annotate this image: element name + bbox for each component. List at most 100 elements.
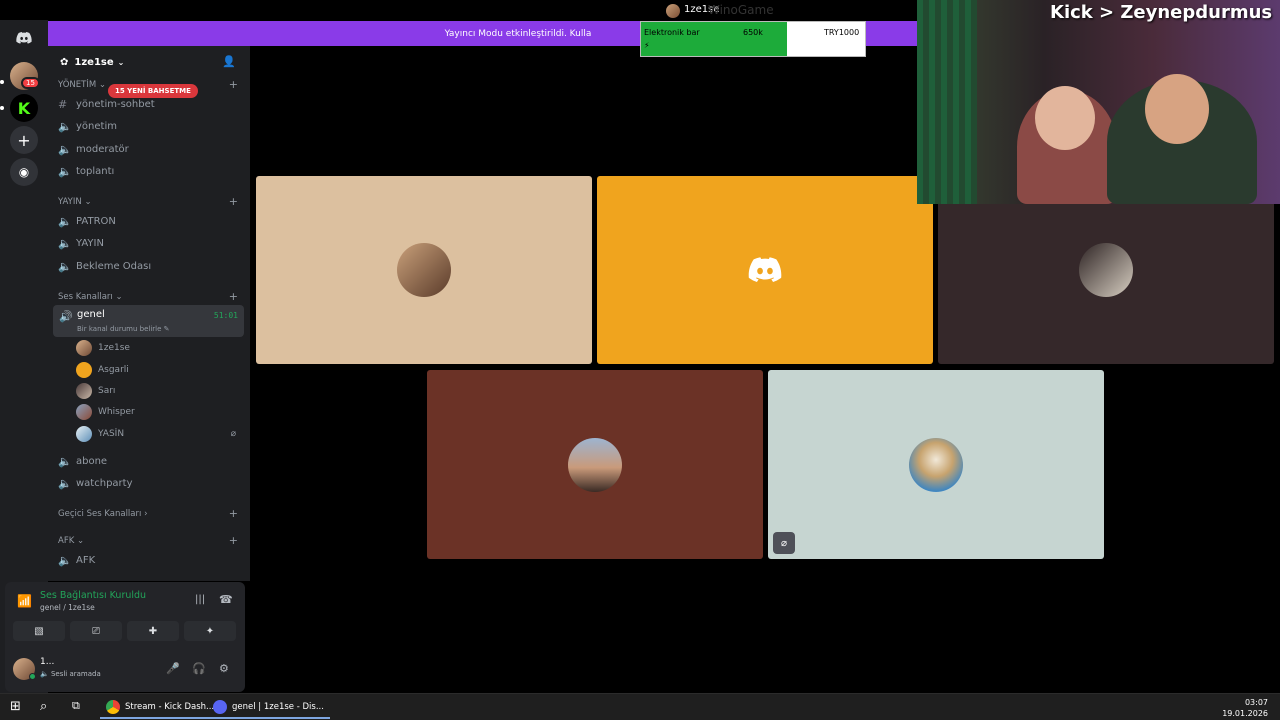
explore-servers-button[interactable]: ◉	[10, 158, 38, 186]
soundboard-icon: ✦	[205, 625, 215, 637]
speaker-icon: 🔈	[58, 142, 72, 156]
voice-user-whisper[interactable]: Whisper	[76, 403, 242, 421]
banner-text: Yayıncı Modu etkinleştirildi. Kulla	[444, 28, 592, 39]
streamer-right	[1107, 74, 1257, 204]
participant-tile-sari[interactable]	[938, 176, 1274, 364]
voice-user-asgarli[interactable]: Asgarli	[76, 361, 242, 379]
background-lights	[917, 0, 977, 204]
channel-abone[interactable]: 🔈 abone	[58, 451, 244, 471]
windows-start-icon[interactable]: ⊞	[10, 699, 21, 714]
webcam-caption: Kick > Zeynepdurmus	[1050, 2, 1273, 23]
discord-home-button[interactable]	[10, 24, 38, 52]
participant-tile-1ze1se[interactable]	[256, 176, 592, 364]
noise-suppression-icon[interactable]: |||	[195, 594, 205, 605]
speaker-icon: 🔈	[58, 553, 72, 567]
discord-icon	[213, 699, 227, 714]
windows-taskbar: ⊞ ⌕ ⧉ Stream - Kick Dash... genel | 1ze1…	[0, 693, 1280, 720]
camera-off-icon: ▧	[34, 625, 44, 637]
new-mentions-badge[interactable]: 15 YENİ BAHSETME	[108, 84, 198, 98]
server-name: 1ze1se	[74, 56, 114, 68]
settings-gear-icon[interactable]: ⚙	[219, 662, 229, 675]
user-name[interactable]: 1...	[40, 657, 54, 667]
activities-icon: ✚	[148, 625, 158, 637]
server-indicator-kick	[0, 106, 4, 110]
channel-bekleme-odasi[interactable]: 🔈 Bekleme Odası	[58, 256, 244, 276]
participant-tile-whisper[interactable]	[427, 370, 763, 559]
create-channel-plus-icon[interactable]: +	[229, 195, 238, 208]
category-afk[interactable]: AFK ⌄	[58, 536, 84, 546]
disconnect-icon[interactable]: ☎	[219, 593, 233, 606]
taskbar-app-chrome[interactable]: Stream - Kick Dash...	[100, 696, 221, 719]
donation-goal-overlay: Elektronik bar 650k ⚡ TRY1000	[640, 21, 866, 57]
donation-value: 650k	[743, 28, 763, 37]
channel-genel-name: genel	[77, 309, 105, 320]
create-channel-plus-icon[interactable]: +	[229, 290, 238, 303]
task-view-icon[interactable]: ⧉	[72, 699, 80, 713]
avatar	[76, 383, 92, 399]
pencil-icon: ✎	[163, 325, 170, 333]
call-duration: 51:01	[213, 311, 238, 320]
category-gecici-ses-kanallari[interactable]: Geçici Ses Kanalları ›	[58, 509, 147, 519]
microphone-icon[interactable]: 🎤	[166, 662, 180, 675]
avatar	[76, 362, 92, 378]
title-avatar	[666, 4, 680, 18]
plus-icon: +	[17, 130, 31, 150]
channel-moderator[interactable]: 🔈 moderatör	[58, 139, 244, 159]
create-channel-plus-icon[interactable]: +	[229, 78, 238, 91]
participant-tile-yasin[interactable]: ⌀	[768, 370, 1104, 559]
channel-yonetim[interactable]: 🔈 yönetim	[58, 116, 244, 136]
voice-connected-title[interactable]: Ses Bağlantısı Kuruldu	[40, 590, 146, 601]
create-channel-plus-icon[interactable]: +	[229, 534, 238, 547]
avatar	[76, 404, 92, 420]
lightning-icon: ⚡	[644, 41, 650, 50]
avatar	[76, 340, 92, 356]
server-mention-badge: 15	[21, 77, 40, 89]
category-yonetim[interactable]: YÖNETİM ⌄	[58, 80, 106, 90]
channel-afk[interactable]: 🔈 AFK	[58, 550, 244, 570]
taskbar-app-discord[interactable]: genel | 1ze1se - Dis...	[207, 696, 330, 719]
participant-avatar	[1079, 243, 1133, 297]
channel-yayin[interactable]: 🔈 YAYIN	[58, 233, 244, 253]
category-ses-kanallari[interactable]: Ses Kanalları ⌄	[58, 292, 123, 302]
channel-toplanti[interactable]: 🔈 toplantı	[58, 161, 244, 181]
channel-patron[interactable]: 🔈 PATRON	[58, 211, 244, 231]
channel-genel-active[interactable]: 🔊 genel 51:01 Bir kanal durumu belirle ✎	[53, 305, 244, 337]
channel-sidebar: ✿ 1ze1se ⌄ 👤 YÖNETİM ⌄ + # yönetim-sohbet…	[48, 46, 250, 581]
avatar	[76, 426, 92, 442]
soundboard-button[interactable]: ✦	[184, 621, 236, 641]
speaker-icon: 🔈	[58, 259, 72, 273]
participant-avatar	[568, 437, 622, 492]
discord-app: 1ze1se WinoGame Yayıncı Modu etkinleştir…	[0, 0, 1280, 693]
participant-tile-asgarli[interactable]	[597, 176, 933, 364]
invite-people-icon[interactable]: 👤	[222, 55, 236, 68]
streamer-webcam	[917, 0, 1280, 204]
user-voice-status: 🔈 Sesli aramada	[40, 670, 101, 678]
screen-share-button[interactable]: ⎚	[70, 621, 122, 641]
compass-icon: ◉	[18, 165, 30, 179]
chrome-icon	[106, 699, 120, 714]
kick-server-button[interactable]: K	[10, 94, 38, 122]
channel-status-hint[interactable]: Bir kanal durumu belirle ✎	[77, 325, 170, 333]
voice-connected-subtitle[interactable]: genel / 1ze1se	[40, 603, 95, 612]
server-indicator	[0, 80, 4, 84]
system-clock[interactable]: 03:07 19.01.2026	[1222, 697, 1268, 719]
camera-off-button[interactable]: ▧	[13, 621, 65, 641]
streamer-left	[1017, 86, 1117, 204]
channel-watchparty[interactable]: 🔈 watchparty	[58, 473, 244, 493]
add-server-button[interactable]: +	[10, 126, 38, 154]
activities-button[interactable]: ✚	[127, 621, 179, 641]
voice-user-1ze1se[interactable]: 1ze1se	[76, 339, 242, 357]
headphones-icon[interactable]: 🎧	[192, 662, 206, 675]
search-icon[interactable]: ⌕	[40, 699, 47, 714]
speaker-icon: 🔈	[58, 476, 72, 490]
participant-avatar	[397, 243, 451, 297]
title-ghost-text: WinoGame	[708, 3, 774, 17]
muted-mic-icon: ⌀	[773, 532, 795, 554]
category-yayin[interactable]: YAYIN ⌄	[58, 197, 92, 207]
voice-user-yasin[interactable]: YASİN ⌀	[76, 425, 242, 443]
server-header[interactable]: ✿ 1ze1se ⌄ 👤	[48, 46, 250, 78]
signal-icon[interactable]: 📶	[17, 594, 32, 608]
hashtag-icon: #	[58, 97, 68, 111]
voice-user-sari[interactable]: Sarı	[76, 382, 242, 400]
create-channel-plus-icon[interactable]: +	[229, 507, 238, 520]
